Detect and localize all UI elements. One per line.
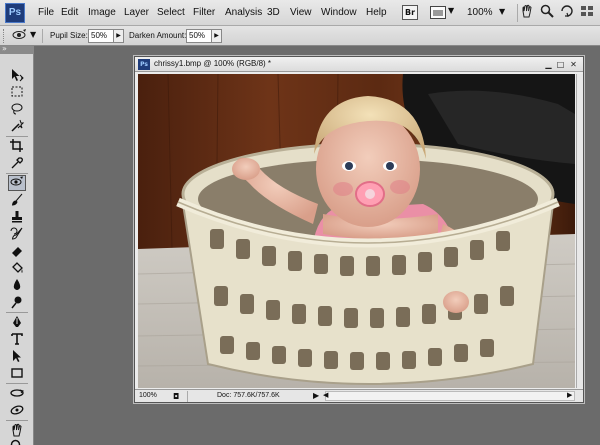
menu-file[interactable]: File [38, 7, 54, 18]
launch-bridge-button[interactable]: Br [402, 5, 418, 20]
menu-3d[interactable]: 3D [267, 7, 280, 18]
zoom-icon[interactable] [8, 439, 26, 445]
horizontal-scrollbar[interactable] [325, 391, 575, 401]
menu-view[interactable]: View [290, 7, 312, 18]
menu-edit[interactable]: Edit [61, 7, 78, 18]
pupil-size-slider-arrow[interactable]: ▶ [114, 29, 124, 43]
minimize-icon[interactable]: ▁ [543, 59, 554, 70]
tools-panel-header[interactable] [0, 44, 34, 54]
divider [6, 383, 28, 384]
red-eye-icon[interactable] [8, 175, 26, 191]
document-titlebar[interactable]: Ps chrissy1.bmp @ 100% (RGB/8) * ▁ □ ✕ [135, 57, 583, 72]
arrange-icon[interactable] [578, 4, 596, 22]
screen-mode-icon [430, 6, 446, 19]
darken-amount-label: Darken Amount: [129, 31, 187, 40]
document-window: Ps chrissy1.bmp @ 100% (RGB/8) * ▁ □ ✕ 1… [134, 56, 584, 403]
blur-icon[interactable] [8, 278, 26, 294]
lasso-icon[interactable] [8, 102, 26, 118]
hand-icon[interactable] [8, 423, 26, 439]
path-select-icon[interactable] [8, 349, 26, 365]
move-icon[interactable] [8, 68, 26, 84]
3d-orbit-icon[interactable] [8, 403, 26, 419]
darken-amount-input[interactable]: 50% [186, 29, 212, 43]
clone-stamp-icon[interactable] [8, 210, 26, 226]
shape-icon[interactable] [8, 366, 26, 382]
quick-select-icon[interactable] [8, 119, 26, 135]
divider [42, 29, 43, 43]
photoshop-logo-icon[interactable]: Ps [5, 3, 25, 23]
pen-icon[interactable] [8, 315, 26, 331]
menu-help[interactable]: Help [366, 7, 387, 18]
document-title: chrissy1.bmp @ 100% (RGB/8) * [154, 59, 272, 68]
darken-amount-slider-arrow[interactable]: ▶ [212, 29, 222, 43]
pupil-size-input[interactable]: 50% [88, 29, 114, 43]
divider [6, 312, 28, 313]
crop-icon[interactable] [8, 139, 26, 155]
hand-icon[interactable] [517, 4, 535, 22]
baby-in-basket-photo [138, 74, 575, 388]
3d-rotate-icon[interactable] [8, 386, 26, 402]
options-bar: ▼ Pupil Size: 50% ▶ Darken Amount: 50% ▶ [0, 26, 600, 46]
camera-raw-icon[interactable]: ◘ [173, 392, 183, 401]
divider [187, 391, 188, 402]
tool-preset-chevron-icon[interactable]: ▼ [30, 30, 36, 39]
divider [6, 136, 28, 137]
menu-window[interactable]: Window [321, 7, 357, 18]
menu-filter[interactable]: Filter [193, 7, 215, 18]
tools-panel [0, 44, 34, 445]
dodge-icon[interactable] [8, 295, 26, 311]
menu-image[interactable]: Image [88, 7, 116, 18]
close-icon[interactable]: ✕ [568, 59, 579, 70]
image-canvas[interactable] [138, 74, 575, 388]
menu-layer[interactable]: Layer [124, 7, 149, 18]
menu-analysis[interactable]: Analysis [225, 7, 262, 18]
history-brush-icon[interactable] [8, 227, 26, 243]
marquee-icon[interactable] [8, 85, 26, 101]
divider [6, 173, 28, 174]
menu-select[interactable]: Select [157, 7, 185, 18]
vertical-scrollbar[interactable] [576, 74, 583, 388]
scroll-left-arrow-icon[interactable]: ◀ [323, 391, 328, 399]
zoom-icon[interactable] [538, 4, 556, 22]
red-eye-icon[interactable] [12, 28, 28, 44]
rotate-view-icon[interactable] [558, 4, 576, 22]
type-icon[interactable] [8, 332, 26, 348]
menu-bar: Ps File Edit Image Layer Select Filter A… [0, 0, 600, 26]
screen-mode-button[interactable]: ▼ [430, 6, 454, 19]
photoshop-doc-icon: Ps [138, 59, 150, 70]
maximize-icon[interactable]: □ [555, 59, 566, 70]
eyedropper-icon[interactable] [8, 156, 26, 172]
chevron-down-icon: ▼ [448, 6, 455, 15]
status-bar: 100% ◘ Doc: 757.6K/757.6K ▶ ◀ ▶ [135, 389, 583, 402]
chevron-down-icon: ▼ [499, 7, 506, 16]
brush-icon[interactable] [8, 193, 26, 209]
zoom-level-dropdown[interactable]: 100% [467, 7, 493, 18]
paint-bucket-icon[interactable] [8, 261, 26, 277]
pupil-size-label: Pupil Size: [50, 31, 88, 40]
options-bar-grip[interactable] [3, 29, 6, 43]
status-menu-arrow-icon[interactable]: ▶ [313, 391, 319, 400]
status-zoom-level[interactable]: 100% [139, 392, 157, 399]
document-size-info: Doc: 757.6K/757.6K [217, 392, 280, 399]
scroll-right-arrow-icon[interactable]: ▶ [567, 391, 572, 399]
eraser-icon[interactable] [8, 244, 26, 260]
divider [6, 420, 28, 421]
